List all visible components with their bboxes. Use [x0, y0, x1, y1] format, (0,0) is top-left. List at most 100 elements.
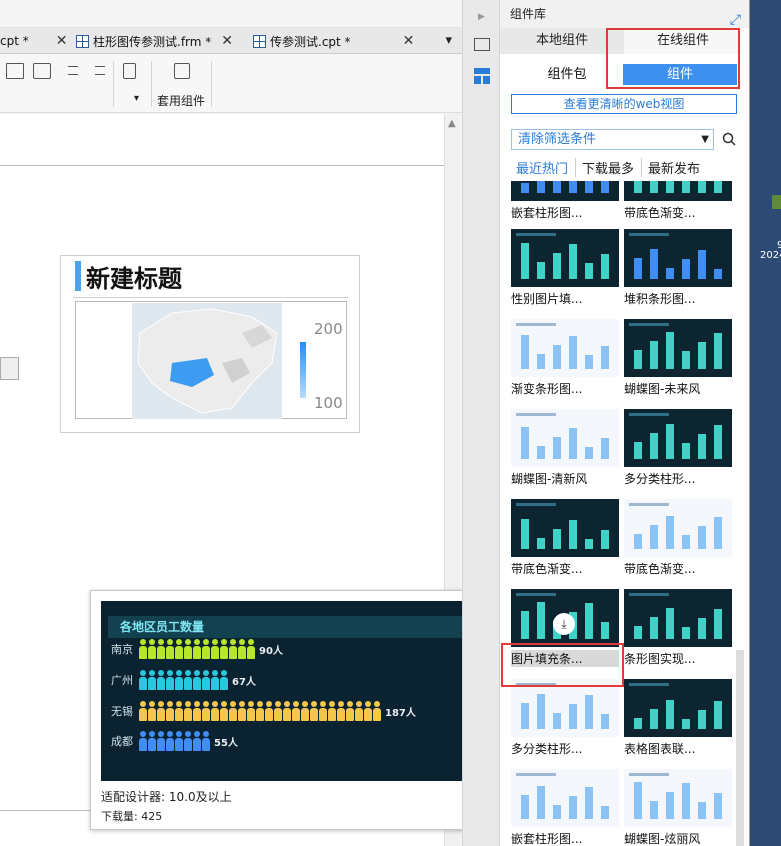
scroll-up-icon[interactable]: ▲ — [448, 118, 456, 129]
person-icon — [157, 639, 165, 659]
top-strip — [0, 0, 462, 28]
preview-chart-title: 各地区员工数量 — [108, 616, 483, 638]
toolbar-separator — [211, 61, 212, 107]
compat-text: 适配设计器: 10.0及以上 — [101, 790, 232, 804]
preview-city: 无锡 — [111, 705, 133, 718]
sort-new[interactable]: 最新发布 — [648, 158, 707, 177]
component-name: 表格图表联... — [624, 742, 696, 756]
panel-scrollbar[interactable] — [736, 650, 744, 846]
component-thumbnail[interactable] — [624, 181, 732, 201]
component-grid: 嵌套柱形图... 带底色渐变... 性别图片填... 堆积条形图... 渐变条形图...… — [500, 181, 749, 846]
legend-max: 200 — [314, 320, 343, 338]
tab-bar-chart-frm[interactable]: 柱形图传参测试.frm * ✕ — [76, 28, 233, 54]
component-thumbnail[interactable] — [624, 769, 732, 827]
preview-icon[interactable] — [123, 63, 136, 79]
chevron-down-icon[interactable]: ▾ — [134, 93, 139, 104]
tab-param-cpt[interactable]: 传参测试.cpt * ✕ — [253, 28, 414, 54]
person-icon — [166, 639, 174, 659]
person-icon — [346, 701, 354, 721]
person-icon — [373, 701, 381, 721]
component-card[interactable]: 性别图片填... — [511, 229, 621, 315]
map-chart-widget[interactable]: 新建标题 200 100 — [60, 255, 360, 433]
filter-select[interactable]: 清除筛选条件 ▼ — [511, 129, 714, 150]
person-icon — [166, 670, 174, 690]
component-thumbnail[interactable] — [511, 409, 619, 467]
component-thumbnail[interactable] — [511, 679, 619, 737]
tab-menu-icon[interactable]: ▾ — [445, 33, 452, 48]
component-thumbnail[interactable] — [624, 499, 732, 557]
component-thumbnail[interactable] — [624, 679, 732, 737]
sort-download[interactable]: 下载最多 — [582, 158, 643, 177]
tab-cpt[interactable]: cpt * ✕ — [0, 28, 67, 54]
component-thumbnail[interactable] — [624, 319, 732, 377]
component-thumbnail[interactable] — [511, 769, 619, 827]
document-tabs: cpt * ✕ 柱形图传参测试.frm * ✕ 传参测试.cpt * ✕ ▾ — [0, 28, 462, 54]
person-icon — [184, 670, 192, 690]
download-count: 下载量: 425 — [101, 810, 163, 823]
component-thumbnail[interactable] — [624, 409, 732, 467]
component-thumbnail[interactable] — [624, 229, 732, 287]
preview-image: 各地区员工数量 南京 90人 广州 67人 无锡 187人 成都 55人 — [101, 601, 490, 781]
component-thumbnail[interactable] — [624, 589, 732, 647]
radio-group-icon[interactable] — [60, 63, 78, 79]
china-map-image — [132, 303, 282, 419]
close-icon[interactable]: ✕ — [56, 33, 68, 49]
person-icon — [193, 731, 201, 751]
person-icon — [193, 701, 201, 721]
text-widget-icon[interactable] — [33, 63, 51, 79]
canvas-button-widget[interactable] — [0, 357, 19, 380]
component-card[interactable]: 堆积条形图... — [624, 229, 734, 315]
component-thumbnail[interactable] — [511, 229, 619, 287]
apply-widget-label[interactable]: 套用组件 — [157, 92, 205, 109]
download-icon[interactable]: ⤓ — [553, 613, 575, 635]
person-icon — [148, 670, 156, 690]
tab-label: cpt * — [0, 34, 29, 48]
person-icon — [202, 701, 210, 721]
map-frame: 200 100 — [75, 301, 347, 419]
frame-icon[interactable] — [474, 38, 490, 51]
sort-hot[interactable]: 最近热门 — [516, 158, 577, 177]
component-card[interactable]: 条形图实现... — [624, 589, 734, 675]
component-card[interactable]: 渐变条形图... — [511, 319, 621, 405]
desktop-file-icon[interactable] — [772, 195, 781, 209]
component-library-icon[interactable] — [474, 68, 490, 84]
expand-right-icon[interactable]: ▶ — [478, 12, 485, 22]
person-icon — [364, 701, 372, 721]
person-icon — [220, 639, 228, 659]
component-card[interactable]: 蝴蝶图-未来风 — [624, 319, 734, 405]
person-icon — [202, 639, 210, 659]
component-card[interactable]: 嵌套柱形图... — [511, 181, 621, 229]
component-card[interactable]: 多分类柱形... — [624, 409, 734, 495]
panel-header: 组件库 ⤢ — [500, 0, 749, 28]
preview-row: 广州 67人 — [111, 670, 256, 690]
component-thumbnail[interactable] — [511, 319, 619, 377]
person-icon — [319, 701, 327, 721]
close-icon[interactable]: ✕ — [403, 33, 415, 49]
person-icon — [220, 701, 228, 721]
component-card[interactable]: 带底色渐变... — [624, 499, 734, 585]
component-thumbnail[interactable] — [511, 499, 619, 557]
component-card[interactable]: 嵌套柱形图... — [511, 769, 621, 846]
component-thumbnail[interactable] — [511, 181, 619, 201]
component-card[interactable]: 蝴蝶图-清新风 — [511, 409, 621, 495]
component-card[interactable]: 带底色渐变... — [511, 499, 621, 585]
number-widget-icon[interactable] — [6, 63, 24, 79]
person-icon — [175, 670, 183, 690]
component-card[interactable]: 多分类柱形... — [511, 679, 621, 765]
close-icon[interactable]: ✕ — [221, 33, 233, 49]
search-icon[interactable] — [722, 132, 736, 146]
component-card[interactable]: 带底色渐变... — [624, 181, 734, 229]
title-divider — [73, 297, 348, 298]
person-icon — [337, 701, 345, 721]
web-view-link[interactable]: 查看更清晰的web视图 — [511, 94, 737, 114]
preview-count: 67人 — [232, 676, 256, 688]
component-name: 嵌套柱形图... — [511, 832, 583, 846]
component-card[interactable]: 表格图表联... — [624, 679, 734, 765]
person-icon — [148, 731, 156, 751]
person-icon — [193, 670, 201, 690]
panel-title: 组件库 — [510, 7, 547, 21]
component-card[interactable]: 蝴蝶图-炫丽风 — [624, 769, 734, 846]
layout-icon[interactable] — [174, 63, 190, 79]
component-name: 条形图实现... — [624, 652, 696, 666]
checkbox-group-icon[interactable] — [87, 63, 105, 79]
